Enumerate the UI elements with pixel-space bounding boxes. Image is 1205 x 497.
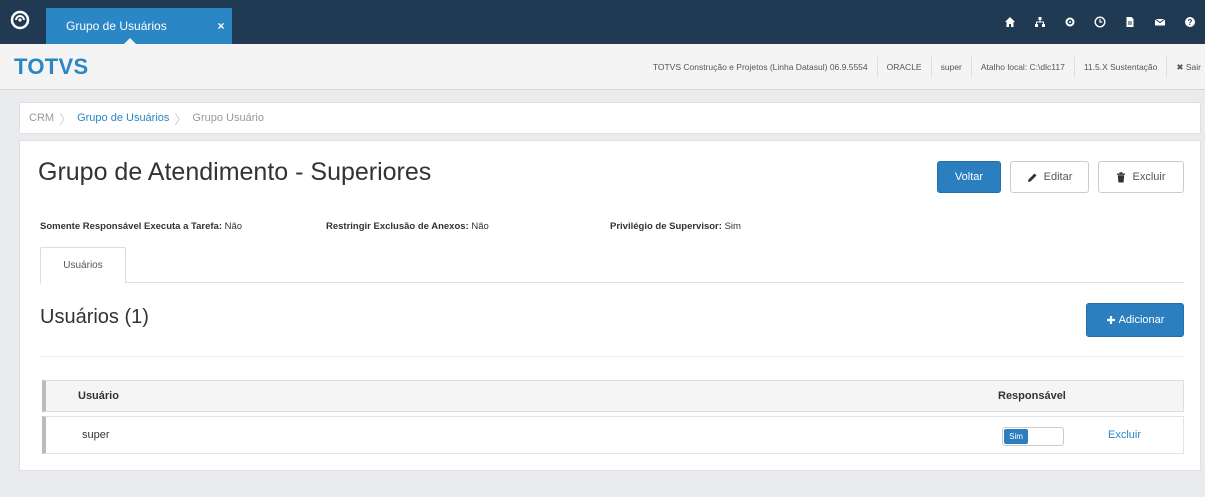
table-row: super Sim Excluir [42, 416, 1184, 454]
edit-button-label: Editar [1043, 171, 1073, 183]
row-delete-link[interactable]: Excluir [1108, 429, 1141, 441]
edit-button[interactable]: Editar [1010, 161, 1089, 193]
field-value: Sim [724, 221, 741, 232]
tab-usuarios[interactable]: Usuários [40, 247, 126, 284]
pencil-icon [1027, 172, 1038, 183]
mail-icon[interactable] [1145, 7, 1175, 37]
top-navigation-bar: Grupo de Usuários × ? [0, 0, 1205, 44]
add-user-button-label: Adicionar [1118, 314, 1165, 326]
header-local-shortcut: Atalho local: C:\dlc117 [972, 57, 1075, 77]
top-icons-group: ? [995, 0, 1205, 44]
app-logo-icon[interactable] [7, 7, 33, 33]
breadcrumb: CRM 〉 Grupo de Usuários 〉 Grupo Usuário [19, 102, 1201, 134]
tab-label: Grupo de Usuários [66, 19, 167, 33]
users-table: Usuário Responsável super Sim Excluir [42, 380, 1184, 454]
field-restringir-exclusao: Restringir Exclusão de Anexos: Não [326, 221, 489, 232]
content-tabs: Usuários [40, 244, 1184, 284]
home-icon[interactable] [995, 7, 1025, 37]
sitemap-icon[interactable] [1025, 7, 1055, 37]
header-user[interactable]: super [932, 57, 972, 77]
brand-logo[interactable]: TOTVS [14, 54, 88, 80]
tab-grupo-de-usuarios[interactable]: Grupo de Usuários × [46, 8, 232, 44]
field-somente-responsavel: Somente Responsável Executa a Tarefa: Nã… [40, 221, 242, 232]
help-icon[interactable]: ? [1175, 7, 1205, 37]
header-info-items: TOTVS Construção e Projetos (Linha Datas… [644, 57, 1205, 77]
field-privilegio-supervisor: Privilégio de Supervisor: Sim [610, 221, 741, 232]
delete-button-label: Excluir [1132, 171, 1166, 183]
breadcrumb-separator: 〉 [59, 111, 73, 127]
breadcrumb-grupo-de-usuarios[interactable]: Grupo de Usuários [77, 112, 169, 124]
field-label: Restringir Exclusão de Anexos: [326, 221, 469, 232]
field-value: Não [224, 221, 243, 232]
toggle-on-label: Sim [1004, 429, 1028, 444]
field-label: Somente Responsável Executa a Tarefa: [40, 221, 222, 232]
gear-icon[interactable] [1055, 7, 1085, 37]
section-title: Usuários (1) [40, 306, 149, 328]
cell-usuario: super [82, 429, 110, 441]
responsavel-toggle[interactable]: Sim [1002, 427, 1064, 446]
tab-close-icon[interactable]: × [210, 19, 232, 33]
main-panel: Grupo de Atendimento - Superiores Voltar… [19, 140, 1201, 471]
section-divider [40, 356, 1184, 357]
header-database: ORACLE [878, 57, 932, 77]
page-title: Grupo de Atendimento - Superiores [38, 158, 432, 186]
header-product-info: TOTVS Construção e Projetos (Linha Datas… [644, 57, 878, 77]
delete-button[interactable]: Excluir [1098, 161, 1184, 193]
plus-icon [1106, 315, 1116, 325]
breadcrumb-crm[interactable]: CRM [29, 112, 54, 124]
field-value: Não [471, 221, 489, 232]
breadcrumb-current: Grupo Usuário [192, 112, 264, 124]
column-header-responsavel[interactable]: Responsável [998, 390, 1066, 402]
table-header: Usuário Responsável [42, 380, 1184, 412]
field-label: Privilégio de Supervisor: [610, 221, 722, 232]
document-icon[interactable] [1115, 7, 1145, 37]
breadcrumb-separator: 〉 [174, 111, 188, 127]
back-button-label: Voltar [954, 171, 984, 183]
trash-icon [1116, 171, 1126, 183]
column-header-usuario[interactable]: Usuário [78, 390, 119, 402]
header-info-bar: TOTVS TOTVS Construção e Projetos (Linha… [0, 44, 1205, 90]
svg-text:?: ? [1188, 18, 1193, 27]
header-version: 11.5.X Sustentação [1075, 57, 1168, 77]
logout-button[interactable]: ✖ Sair [1167, 57, 1205, 77]
add-user-button[interactable]: Adicionar [1086, 303, 1184, 337]
back-button[interactable]: Voltar [937, 161, 1001, 193]
clock-icon[interactable] [1085, 7, 1115, 37]
